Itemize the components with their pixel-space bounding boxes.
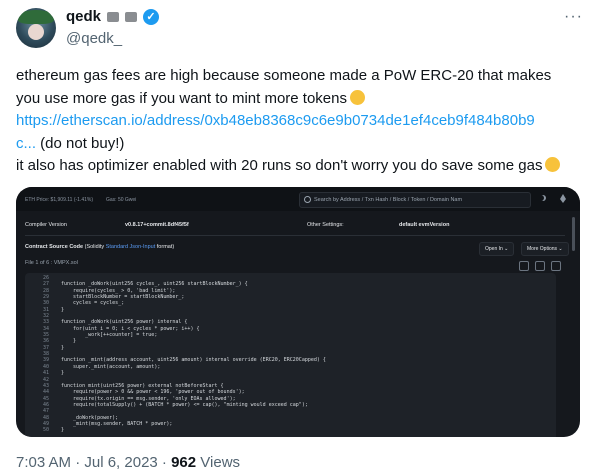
code-editor: 26 27 28 29 30 31 32 33 34 35 36 37 38 3… (25, 273, 556, 437)
gas-price: Gas: 50 Gwei (106, 197, 137, 203)
divider (25, 235, 565, 236)
avatar[interactable] (16, 8, 56, 48)
file-label: File 1 of 6 : VMPX.sol (25, 260, 78, 266)
author-name[interactable]: qedk (66, 8, 101, 25)
line-numbers: 26 27 28 29 30 31 32 33 34 35 36 37 38 3… (42, 275, 49, 434)
more-options-icon[interactable]: ··· (564, 8, 583, 26)
copy-icon (519, 261, 529, 271)
tweet-line-2: you use more gas if you want to mint mor… (16, 88, 581, 110)
tweet-link-tail[interactable]: c... (16, 135, 36, 152)
rofl-emoji-icon (350, 90, 365, 105)
tweet-footer: 7:03 AM · Jul 6, 2023 · 962 Views (16, 454, 241, 471)
tweet-line-3: c... (do not buy!) (16, 135, 125, 152)
verified-badge-icon: ✓ (143, 8, 160, 25)
search-input: Search by Address / Txn Hash / Block / T… (299, 192, 531, 208)
ethereum-icon (560, 194, 566, 203)
source-code: function _doWork(uint256 cycles_, uint25… (61, 281, 326, 434)
more-options-button: More Options ⌄ (521, 242, 569, 256)
theme-moon-icon (538, 195, 544, 201)
name-emoji-icon (107, 11, 120, 22)
author-handle[interactable]: @qedk_ (66, 30, 122, 47)
tweet-line-4: it also has optimizer enabled with 20 ru… (16, 155, 581, 177)
scrollbar (572, 217, 575, 251)
name-emoji-icon (125, 11, 138, 22)
etherscan-topbar: ETH Price: $1,909.11 (-1.41%) Gas: 50 Gw… (16, 187, 580, 211)
contract-source-heading: Contract Source Code (Solidity Standard … (25, 244, 175, 250)
search-icon (304, 196, 311, 203)
compiler-row: Compiler Version v0.8.17+commit.8df45f5f… (25, 222, 450, 228)
attached-screenshot[interactable]: ETH Price: $1,909.11 (-1.41%) Gas: 50 Gw… (16, 187, 580, 437)
expand-icon (551, 261, 561, 271)
rofl-emoji-icon (545, 157, 561, 172)
eth-price: ETH Price: $1,909.11 (-1.41%) (25, 197, 93, 203)
tweet-line-1: ethereum gas fees are high because someo… (16, 67, 552, 84)
open-in-button: Open In ⌄ (479, 242, 515, 256)
tweet-link[interactable]: https://etherscan.io/address/0xb48eb8368… (16, 110, 581, 132)
link-icon (535, 261, 545, 271)
